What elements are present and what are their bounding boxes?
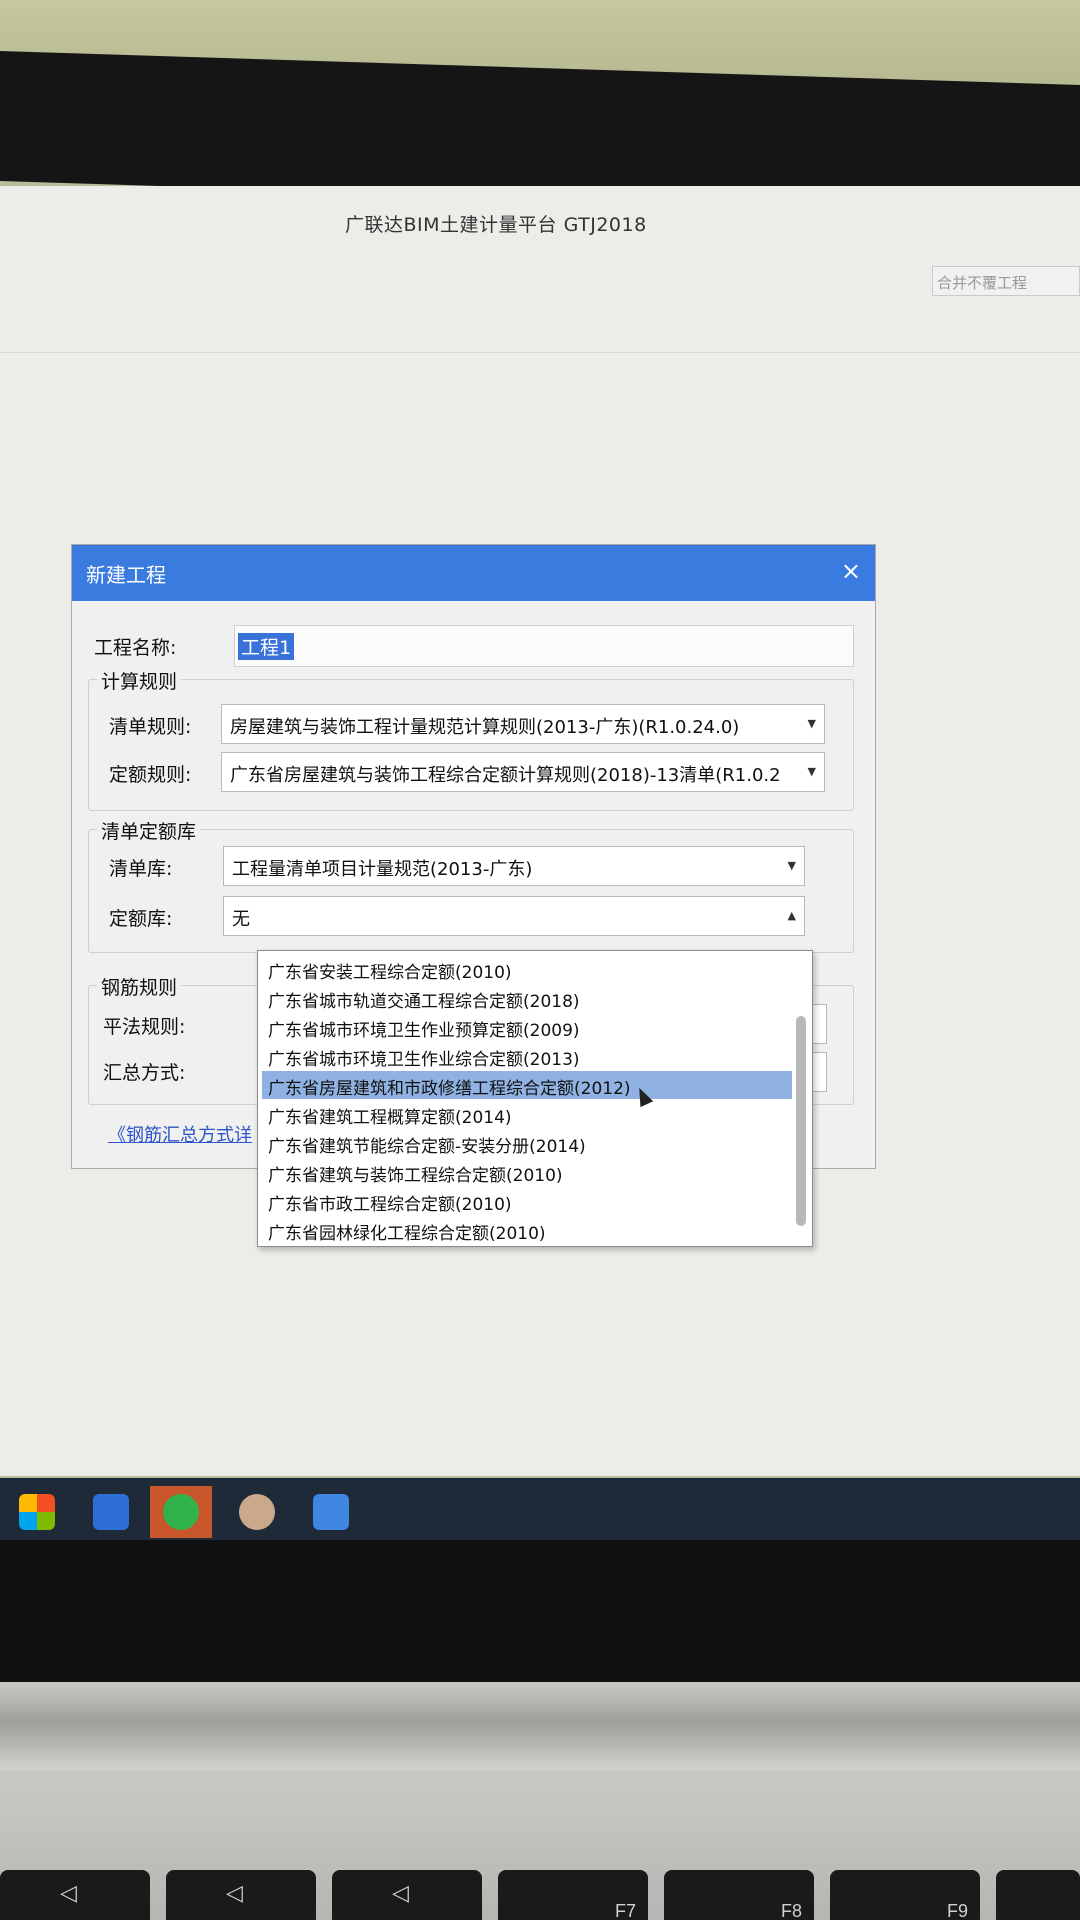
- quota-rule-value: 广东省房屋建筑与装饰工程综合定额计算规则(2018)-13清单(R1.0.2: [230, 765, 781, 786]
- speaker-icon: ◁: [60, 1880, 77, 1905]
- project-name-label: 工程名称:: [94, 637, 177, 659]
- dropdown-option[interactable]: 广东省建筑与装饰工程综合定额(2010): [262, 1158, 792, 1186]
- avatar-icon: [239, 1494, 275, 1530]
- dialog-title: 新建工程: [86, 563, 166, 587]
- libraries-group: 清单定额库 清单库: 工程量清单项目计量规范(2013-广东) ▼ 定额库: 无…: [88, 817, 854, 953]
- quota-lib-label: 定额库:: [109, 908, 173, 930]
- key-vol-up[interactable]: ◁: [332, 1870, 482, 1920]
- key-f7-label: F7: [614, 1901, 636, 1920]
- chevron-down-icon: ▼: [787, 859, 796, 872]
- dropdown-option[interactable]: 广东省安装工程综合定额(2010): [262, 955, 792, 983]
- chevron-down-icon: ▼: [807, 765, 816, 778]
- taskbar-app[interactable]: [80, 1486, 142, 1538]
- dropdown-option[interactable]: 广东省建筑节能综合定额-安装分册(2014): [262, 1129, 792, 1157]
- calc-rules-group: 计算规则 清单规则: 房屋建筑与装饰工程计量规范计算规则(2013-广东)(R1…: [88, 667, 854, 811]
- toolbar-divider: [0, 352, 1080, 353]
- quota-rule-label: 定额规则:: [109, 764, 192, 786]
- chevron-up-icon: ▲: [787, 909, 796, 922]
- rebar-rules-title: 钢筋规则: [97, 973, 182, 1000]
- key-f8[interactable]: F8: [664, 1870, 814, 1920]
- quota-lib-value: 无: [232, 909, 250, 930]
- key-f9-label: F9: [946, 1901, 968, 1920]
- taskbar-gtj[interactable]: [300, 1486, 362, 1538]
- rebar-summary-help-link[interactable]: 《钢筋汇总方式详: [108, 1121, 252, 1147]
- quota-lib-select[interactable]: 无 ▲: [223, 896, 805, 936]
- list-lib-select[interactable]: 工程量清单项目计量规范(2013-广东) ▼: [223, 846, 805, 886]
- speaker-icon: ◁: [226, 1880, 243, 1905]
- calc-rules-title: 计算规则: [97, 667, 182, 694]
- dropdown-option[interactable]: 广东省建筑工程概算定额(2014): [262, 1100, 792, 1128]
- flat-rule-label: 平法规则:: [103, 1016, 186, 1038]
- dropdown-option[interactable]: 广东省城市轨道交通工程综合定额(2018): [262, 984, 792, 1012]
- merge-project-button[interactable]: 合并不覆工程: [932, 266, 1080, 296]
- laptop-hinge: [0, 1682, 1080, 1772]
- start-icon: [19, 1494, 55, 1530]
- quota-lib-dropdown: 广东省安装工程综合定额(2010) 广东省城市轨道交通工程综合定额(2018) …: [257, 950, 813, 1247]
- libraries-title: 清单定额库: [97, 817, 201, 844]
- list-lib-label: 清单库:: [109, 858, 173, 880]
- key-f8-label: F8: [780, 1901, 802, 1920]
- start-button[interactable]: [6, 1486, 68, 1538]
- dropdown-option[interactable]: 广东省城市环境卫生作业预算定额(2009): [262, 1013, 792, 1041]
- key-f7[interactable]: F7: [498, 1870, 648, 1920]
- dialog-titlebar: 新建工程 ×: [72, 545, 875, 601]
- speaker-icon: ◁: [392, 1880, 409, 1905]
- key-f9[interactable]: F9: [830, 1870, 980, 1920]
- close-icon[interactable]: ×: [841, 557, 861, 585]
- list-rule-label: 清单规则:: [109, 716, 192, 738]
- project-name-input[interactable]: 工程1: [234, 625, 854, 667]
- taskbar: [0, 1478, 1080, 1546]
- summary-mode-label: 汇总方式:: [103, 1062, 186, 1084]
- dropdown-option-highlighted[interactable]: 广东省房屋建筑和市政修缮工程综合定额(2012): [262, 1071, 792, 1099]
- app-icon: [93, 1494, 129, 1530]
- key-vol-mute[interactable]: ◁: [0, 1870, 150, 1920]
- taskbar-wechat[interactable]: [150, 1486, 212, 1538]
- key-vol-down[interactable]: ◁: [166, 1870, 316, 1920]
- wechat-icon: [163, 1494, 199, 1530]
- dropdown-option[interactable]: 广东省园林绿化工程综合定额(2010): [262, 1216, 792, 1244]
- monitor-bezel-bottom: [0, 1540, 1080, 1690]
- chevron-down-icon: ▼: [807, 717, 816, 730]
- taskbar-avatar-app[interactable]: [226, 1486, 288, 1538]
- app-title: 广联达BIM土建计量平台 GTJ2018: [345, 214, 647, 236]
- key-f10[interactable]: [996, 1870, 1080, 1920]
- gtj-icon: [313, 1494, 349, 1530]
- list-lib-value: 工程量清单项目计量规范(2013-广东): [232, 859, 533, 880]
- dropdown-option[interactable]: 广东省城市环境卫生作业综合定额(2013): [262, 1042, 792, 1070]
- dropdown-scrollbar[interactable]: [796, 1016, 806, 1226]
- list-rule-value: 房屋建筑与装饰工程计量规范计算规则(2013-广东)(R1.0.24.0): [230, 717, 740, 738]
- quota-rule-select[interactable]: 广东省房屋建筑与装饰工程综合定额计算规则(2018)-13清单(R1.0.2 ▼: [221, 752, 825, 792]
- dropdown-option[interactable]: 广东省市政工程综合定额(2010): [262, 1187, 792, 1215]
- list-rule-select[interactable]: 房屋建筑与装饰工程计量规范计算规则(2013-广东)(R1.0.24.0) ▼: [221, 704, 825, 744]
- project-name-value: 工程1: [238, 633, 295, 660]
